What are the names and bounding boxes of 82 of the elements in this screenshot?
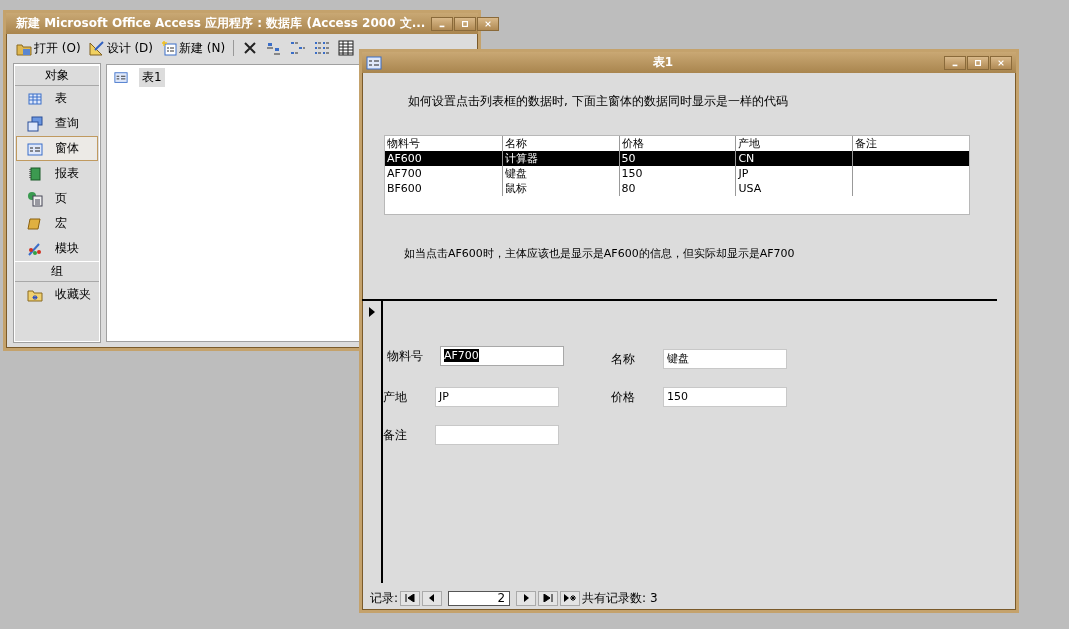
maximize-icon bbox=[974, 58, 982, 67]
macro-icon bbox=[27, 215, 43, 232]
small-icons-icon bbox=[290, 40, 307, 56]
report-icon bbox=[27, 165, 43, 182]
field-label: 价格 bbox=[611, 388, 636, 406]
new-button[interactable]: 新建 (N) bbox=[159, 39, 228, 57]
last-record-button[interactable] bbox=[538, 590, 559, 606]
window-title: 新建 Microsoft Office Access 应用程序 : 数据库 (Access 2000 文... bbox=[16, 15, 426, 32]
list-cell: AF700 bbox=[387, 167, 422, 180]
group-item[interactable]: 收藏夹 bbox=[16, 282, 98, 307]
maximize-button[interactable] bbox=[454, 16, 477, 31]
table-icon bbox=[27, 90, 43, 107]
object-type-item[interactable]: 页 bbox=[16, 186, 98, 211]
record-label: 记录: bbox=[370, 589, 399, 607]
object-type-item[interactable]: 查询 bbox=[16, 111, 98, 136]
objects-header[interactable]: 对象 bbox=[15, 65, 99, 86]
close-button[interactable] bbox=[990, 55, 1012, 70]
new-record-button[interactable] bbox=[560, 590, 581, 606]
groups-header[interactable]: 组 bbox=[15, 261, 99, 282]
text-field[interactable]: JP bbox=[435, 387, 559, 407]
list-row[interactable]: BF600 鼠标 80 USA bbox=[385, 181, 969, 196]
list-view-icon bbox=[314, 40, 331, 56]
new-form-icon bbox=[161, 40, 178, 56]
minimize-button[interactable] bbox=[944, 55, 966, 70]
list-cell: BF600 bbox=[387, 182, 422, 195]
object-type-item[interactable]: 模块 bbox=[16, 236, 98, 261]
first-record-icon bbox=[405, 594, 416, 602]
list-cell: USA bbox=[738, 182, 762, 195]
object-type-item[interactable]: 宏 bbox=[16, 211, 98, 236]
list-row[interactable]: AF600 计算器 50 CN bbox=[385, 151, 969, 166]
maximize-icon bbox=[461, 19, 470, 28]
text-field[interactable] bbox=[435, 425, 559, 445]
object-type-item[interactable]: 窗体 bbox=[16, 136, 98, 161]
first-record-button[interactable] bbox=[400, 590, 421, 606]
list-box[interactable]: 物料号 名称 价格 产地 备注 AF600 计算器 50 CN AF700 键盘 150 JP BF600 鼠标 80 USA bbox=[384, 135, 970, 215]
form-icon bbox=[27, 140, 43, 157]
record-number-field[interactable]: 2 bbox=[448, 590, 511, 606]
query-icon bbox=[27, 115, 43, 132]
list-cell: 80 bbox=[621, 182, 636, 195]
note-text: 如当点击AF600时，主体应该也是显示是AF600的信息，但实际却显示是AF700 bbox=[404, 246, 796, 261]
next-record-button[interactable] bbox=[516, 590, 537, 606]
list-cell: CN bbox=[738, 152, 755, 165]
text-field[interactable]: 键盘 bbox=[663, 349, 787, 369]
list-cell: 鼠标 bbox=[504, 182, 527, 195]
object-type-item[interactable]: 报表 bbox=[16, 161, 98, 186]
form-icon bbox=[366, 54, 382, 71]
object-type-item[interactable]: 表 bbox=[16, 86, 98, 111]
field-label: 备注 bbox=[383, 426, 408, 444]
field-label: 产地 bbox=[383, 388, 408, 406]
list-cell: AF600 bbox=[387, 152, 422, 165]
minimize-button[interactable] bbox=[431, 16, 454, 31]
close-button[interactable] bbox=[477, 16, 500, 31]
record-pointer-icon bbox=[369, 307, 375, 317]
list-cell: 150 bbox=[621, 167, 643, 180]
window-title: 表1 bbox=[652, 54, 674, 71]
design-button[interactable]: 设计 (D) bbox=[86, 39, 156, 57]
last-record-icon bbox=[543, 594, 554, 602]
details-view-icon bbox=[338, 40, 355, 56]
question-text: 如何设置点击列表框的数据时, 下面主窗体的数据同时显示是一样的代码 bbox=[408, 93, 789, 110]
page-icon bbox=[27, 190, 43, 207]
form-icon bbox=[113, 70, 129, 85]
large-icons-icon bbox=[266, 40, 283, 56]
maximize-button[interactable] bbox=[967, 55, 989, 70]
list-cell: 键盘 bbox=[504, 167, 527, 180]
new-record-icon bbox=[564, 594, 577, 602]
text-field[interactable]: 150 bbox=[663, 387, 787, 407]
open-button[interactable]: 打开 (O) bbox=[14, 39, 83, 57]
ruler-pencil-icon bbox=[88, 40, 105, 56]
field-label: 名称 bbox=[611, 350, 636, 368]
close-icon bbox=[997, 58, 1005, 67]
text-field[interactable]: AF700 bbox=[440, 346, 564, 366]
delete-icon bbox=[242, 40, 259, 56]
list-cell: 计算器 bbox=[504, 152, 538, 165]
list-cell: JP bbox=[738, 167, 749, 180]
previous-record-button[interactable] bbox=[422, 590, 443, 606]
list-row[interactable]: AF700 键盘 150 JP bbox=[385, 166, 969, 181]
field-label: 物料号 bbox=[387, 347, 424, 365]
list-cell: 50 bbox=[621, 152, 636, 165]
details-button[interactable] bbox=[336, 40, 357, 56]
record-count: 共有记录数: 3 bbox=[582, 589, 658, 607]
column-header: 物料号 bbox=[386, 136, 421, 151]
close-icon bbox=[484, 19, 493, 28]
